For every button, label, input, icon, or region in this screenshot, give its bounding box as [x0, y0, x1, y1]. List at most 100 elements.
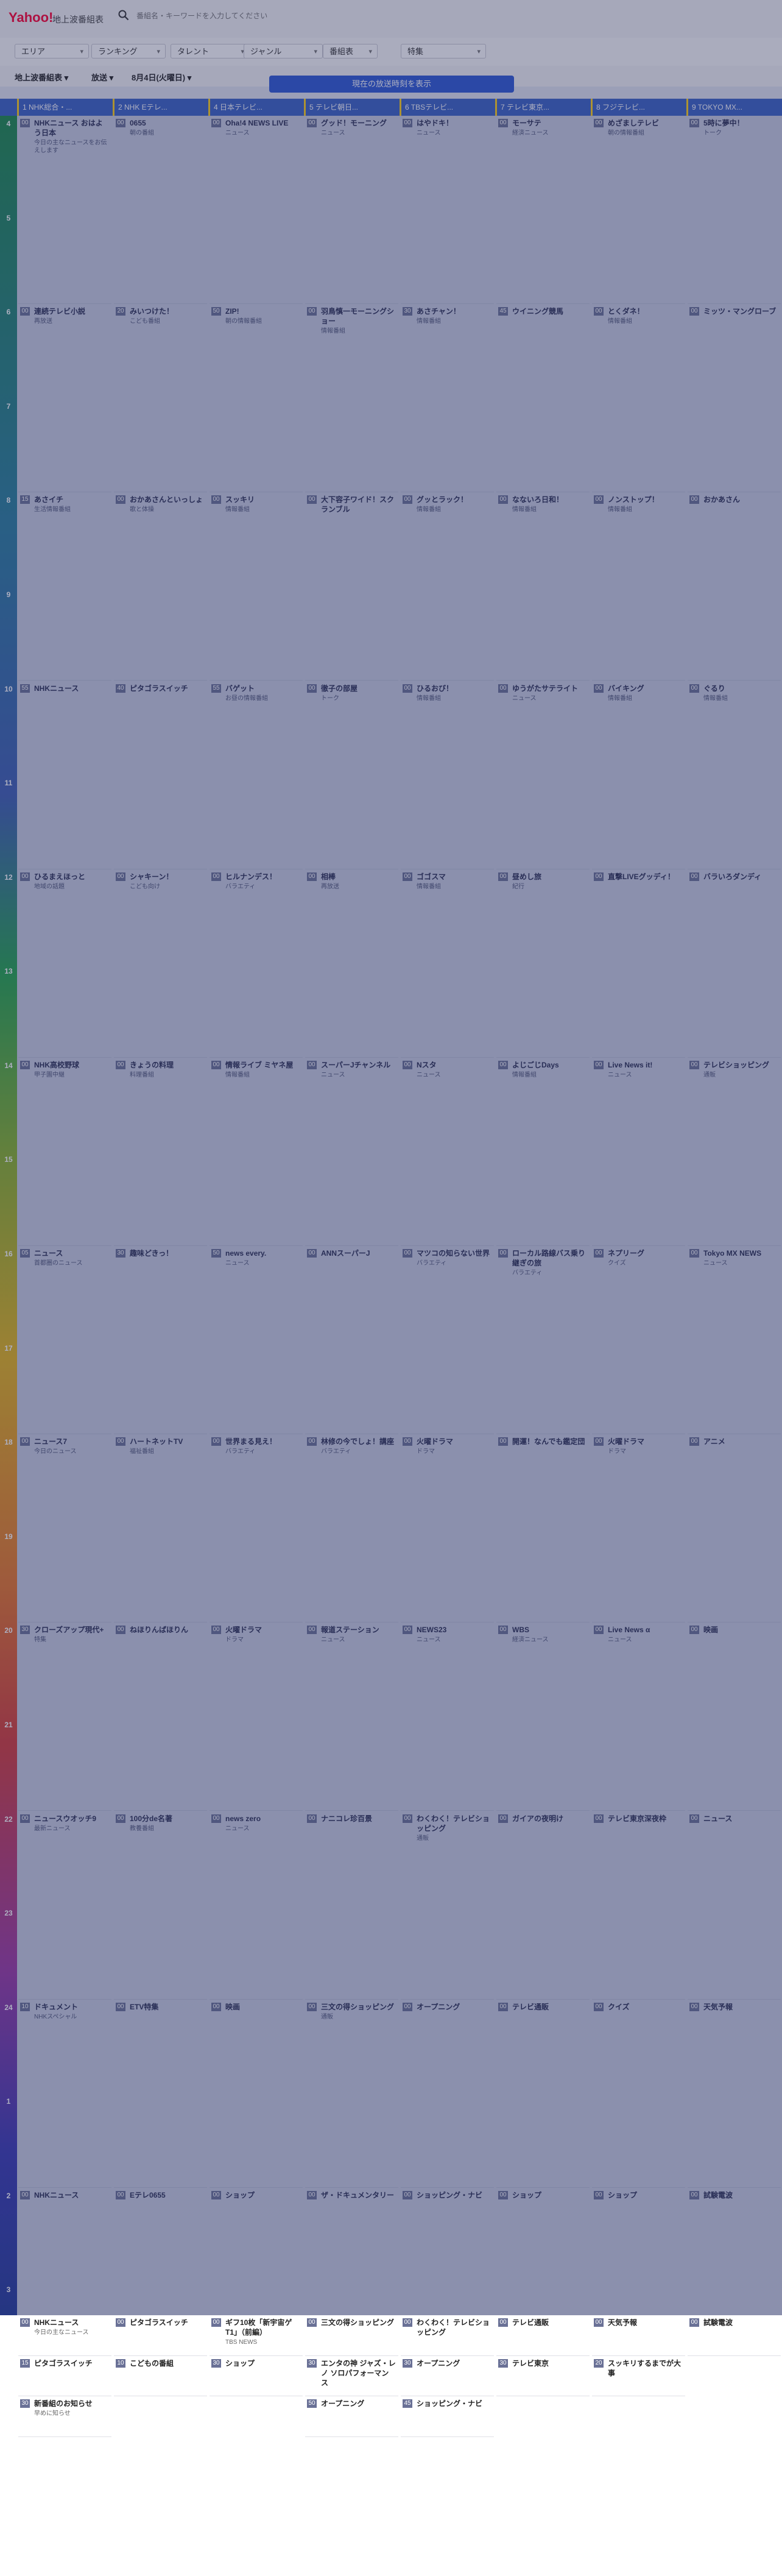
program-cell[interactable]: 20 スッキリするまでが大事: [592, 2356, 685, 2397]
program-cell[interactable]: 00 開運！なんでも鑑定団: [496, 1434, 590, 1623]
program-cell[interactable]: 00 WBS 経済ニュース: [496, 1622, 590, 1811]
program-cell[interactable]: 00 モーサテ 経済ニュース: [496, 116, 590, 305]
program-cell[interactable]: 50 オープニング: [305, 2396, 398, 2437]
program-cell[interactable]: 00 ヒルナンデス！ バラエティ: [210, 869, 303, 1058]
program-cell[interactable]: 50 news every. ニュース: [210, 1246, 303, 1435]
program-cell[interactable]: 00 三文の得ショッピング: [305, 2315, 398, 2356]
program-cell[interactable]: 00 Nスタ ニュース: [401, 1058, 494, 1246]
program-cell[interactable]: 55 バゲット お昼の情報番組: [210, 681, 303, 869]
filter-5[interactable]: 特集 ▾: [401, 44, 486, 58]
program-cell[interactable]: 55 NHKニュース: [18, 681, 111, 869]
program-cell[interactable]: 00 おかあさんといっしょ 歌と体操: [114, 492, 207, 681]
filter-0[interactable]: エリア ▾: [15, 44, 89, 58]
program-cell[interactable]: 00 報道ステーション ニュース: [305, 1622, 398, 1811]
program-cell[interactable]: 00 シャキーン！ こども向け: [114, 869, 207, 1058]
program-cell[interactable]: 00 ゆうがたサテライト ニュース: [496, 681, 590, 869]
program-cell[interactable]: 50 ZIP! 朝の情報番組: [210, 304, 303, 493]
program-cell[interactable]: 00 映画: [688, 1622, 781, 1811]
program-cell[interactable]: 00 ギフ10枚「新宇宙ゲT1」（前編） TBS NEWS: [210, 2315, 303, 2356]
program-cell[interactable]: 00 ローカル路線バス乗り継ぎの旅 バラエティ: [496, 1246, 590, 1435]
program-cell[interactable]: 10 ドキュメント NHKスペシャル: [18, 2000, 111, 2188]
filter-1[interactable]: ランキング ▾: [91, 44, 166, 58]
program-cell[interactable]: 00 火曜ドラマ ドラマ: [592, 1434, 685, 1623]
program-cell[interactable]: 00 Live News α ニュース: [592, 1622, 685, 1811]
program-cell[interactable]: 00 相棒 再放送: [305, 869, 398, 1058]
program-cell[interactable]: 20 みいつけた！ こども番組: [114, 304, 207, 493]
channel-7[interactable]: 8 フジテレビ...: [591, 99, 686, 116]
program-cell[interactable]: 00 ナニコレ珍百景: [305, 1811, 398, 2000]
program-cell[interactable]: 00 ニュースウオッチ9 最新ニュース: [18, 1811, 111, 2000]
filter-2[interactable]: タレント ▾: [171, 44, 250, 58]
program-cell[interactable]: 00 なないろ日和！ 情報番組: [496, 492, 590, 681]
program-cell[interactable]: 00 ミッツ・マングローブ: [688, 304, 781, 493]
program-cell[interactable]: 00 ひるまえほっと 地域の話題: [18, 869, 111, 1058]
program-cell[interactable]: 00 NHKニュース おはよう日本 今日の主なニュースをお伝えします: [18, 116, 111, 305]
program-cell[interactable]: 30 オープニング: [401, 2356, 494, 2397]
program-cell[interactable]: 00 テレビ東京深夜枠: [592, 1811, 685, 2000]
program-cell[interactable]: 00 よじごじDays 情報番組: [496, 1058, 590, 1246]
program-cell[interactable]: 15 あさイチ 生活情報番組: [18, 492, 111, 681]
program-cell[interactable]: 00 NHK高校野球 甲子園中継: [18, 1058, 111, 1246]
program-cell[interactable]: 00 ネプリーグ クイズ: [592, 1246, 685, 1435]
channel-1[interactable]: 1 NHK総合・...: [17, 99, 113, 116]
program-cell[interactable]: 00 昼めし旅 紀行: [496, 869, 590, 1058]
program-cell[interactable]: 00 テレビ通販: [496, 2315, 590, 2356]
program-cell[interactable]: 00 映画: [210, 2000, 303, 2188]
program-cell[interactable]: 00 テレビ通販: [496, 2000, 590, 2188]
subbar-item[interactable]: 地上波番組表 ▾: [15, 71, 68, 83]
program-cell[interactable]: 00 ANNスーパーJ: [305, 1246, 398, 1435]
program-cell[interactable]: 00 きょうの料理 料理番組: [114, 1058, 207, 1246]
program-cell[interactable]: 00 連続テレビ小説 再放送: [18, 304, 111, 493]
program-cell[interactable]: 00 アニメ: [688, 1434, 781, 1623]
program-cell[interactable]: 30 クローズアップ現代+ 特集: [18, 1622, 111, 1811]
program-cell[interactable]: 00 Live News it! ニュース: [592, 1058, 685, 1246]
program-cell[interactable]: 00 火曜ドラマ ドラマ: [210, 1622, 303, 1811]
program-cell[interactable]: 00 ピタゴラスイッチ: [114, 2315, 207, 2356]
program-cell[interactable]: 30 新番組のお知らせ 早めに知らせ: [18, 2396, 111, 2437]
program-cell[interactable]: 00 テレビショッピング 通販: [688, 1058, 781, 1246]
program-cell[interactable]: 00 ゴゴスマ 情報番組: [401, 869, 494, 1058]
search-input[interactable]: [135, 9, 357, 23]
channel-3[interactable]: 4 日本テレビ...: [208, 99, 304, 116]
program-cell[interactable]: 00 ETV特集: [114, 2000, 207, 2188]
program-cell[interactable]: 00 わくわく！テレビショッピング 通販: [401, 1811, 494, 2000]
program-cell[interactable]: 00 火曜ドラマ ドラマ: [401, 1434, 494, 1623]
program-cell[interactable]: 00 情報ライブ ミヤネ屋 情報番組: [210, 1058, 303, 1246]
program-cell[interactable]: 00 ひるおび！ 情報番組: [401, 681, 494, 869]
program-cell[interactable]: 00 バラいろダンディ: [688, 869, 781, 1058]
program-cell[interactable]: 00 スーパーJチャンネル ニュース: [305, 1058, 398, 1246]
program-cell[interactable]: 00 クイズ: [592, 2000, 685, 2188]
program-cell[interactable]: 00 100分de名著 教養番組: [114, 1811, 207, 2000]
channel-6[interactable]: 7 テレビ東京...: [495, 99, 591, 116]
program-cell[interactable]: 00 ハートネットTV 福祉番組: [114, 1434, 207, 1623]
program-cell[interactable]: 00 マツコの知らない世界 バラエティ: [401, 1246, 494, 1435]
program-cell[interactable]: 00 5時に夢中！ トーク: [688, 116, 781, 305]
program-cell[interactable]: 00 林修の今でしょ！講座 バラエティ: [305, 1434, 398, 1623]
program-cell[interactable]: 00 世界まる見え！ バラエティ: [210, 1434, 303, 1623]
program-cell[interactable]: 00 ノンストップ！ 情報番組: [592, 492, 685, 681]
program-cell[interactable]: 30 ショップ: [210, 2356, 303, 2397]
program-cell[interactable]: 00 スッキリ 情報番組: [210, 492, 303, 681]
filter-4[interactable]: 番組表 ▾: [323, 44, 378, 58]
filter-3[interactable]: ジャンル ▾: [244, 44, 323, 58]
program-cell[interactable]: 05 ニュース 首都圏のニュース: [18, 1246, 111, 1435]
program-cell[interactable]: 00 おかあさん: [688, 492, 781, 681]
program-cell[interactable]: 00 news zero ニュース: [210, 1811, 303, 2000]
subbar-item[interactable]: 8月4日(火曜日) ▾: [132, 71, 191, 83]
show-now-button[interactable]: 現在の放送時刻を表示: [269, 76, 514, 93]
channel-2[interactable]: 2 NHK Eテレ...: [113, 99, 208, 116]
program-cell[interactable]: 00 試験電波: [688, 2315, 781, 2356]
program-cell[interactable]: 00 ガイアの夜明け: [496, 1811, 590, 2000]
program-cell[interactable]: 00 めざましテレビ 朝の情報番組: [592, 116, 685, 305]
program-cell[interactable]: 45 ショッピング・ナビ: [401, 2396, 494, 2437]
subbar-item[interactable]: 放送 ▾: [91, 71, 113, 83]
program-cell[interactable]: 10 こどもの番組: [114, 2356, 207, 2397]
program-cell[interactable]: 00 わくわく！テレビショッピング: [401, 2315, 494, 2356]
program-cell[interactable]: 45 ウイニング競馬: [496, 304, 590, 493]
program-cell[interactable]: 00 Oha!4 NEWS LIVE ニュース: [210, 116, 303, 305]
program-cell[interactable]: 30 テレビ東京: [496, 2356, 590, 2397]
program-cell[interactable]: 00 Tokyo MX NEWS ニュース: [688, 1246, 781, 1435]
program-cell[interactable]: 30 あさチャン！ 情報番組: [401, 304, 494, 493]
program-cell[interactable]: 30 趣味どきっ！: [114, 1246, 207, 1435]
program-cell[interactable]: 00 グッド！モーニング ニュース: [305, 116, 398, 305]
